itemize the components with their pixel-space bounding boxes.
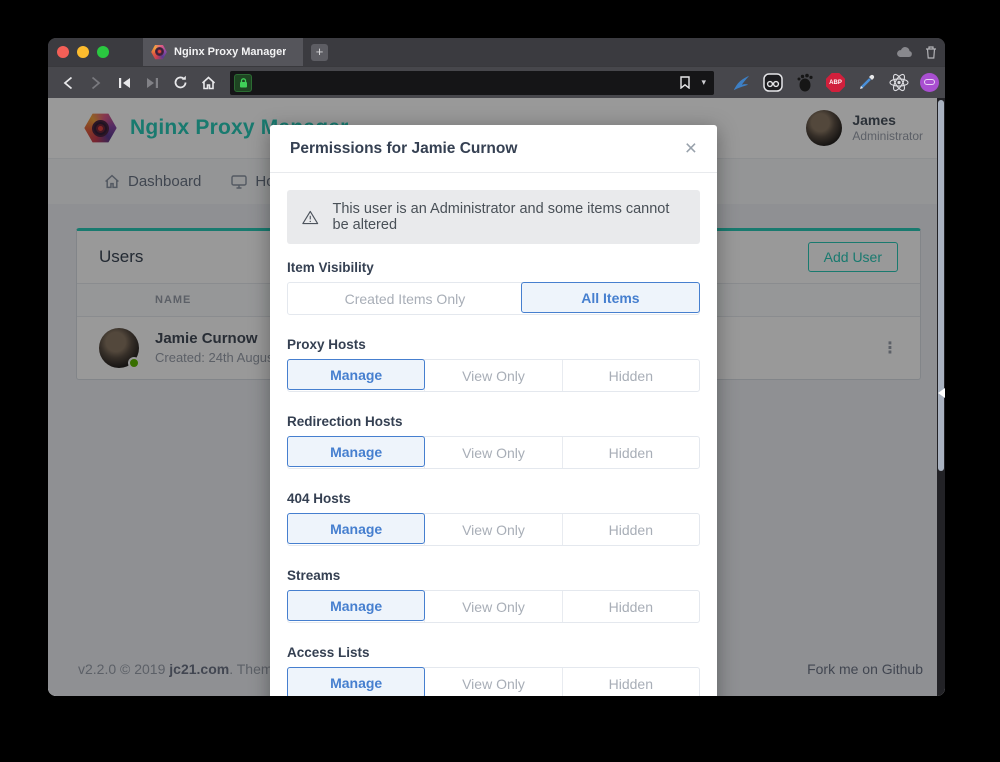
- option-created-items-only[interactable]: Created Items Only: [288, 283, 522, 314]
- option-all-items[interactable]: All Items: [521, 282, 700, 313]
- admin-alert: This user is an Administrator and some i…: [287, 190, 700, 244]
- redirection-hosts-group: Manage View Only Hidden: [287, 436, 700, 469]
- trash-icon[interactable]: [925, 46, 937, 59]
- streams-hidden[interactable]: Hidden: [562, 591, 699, 622]
- proxy-hosts-label: Proxy Hosts: [287, 337, 700, 352]
- back-icon[interactable]: [56, 71, 80, 95]
- lock-icon[interactable]: [234, 74, 252, 92]
- adblock-plus-extension-icon[interactable]: ABP: [826, 73, 845, 92]
- extension-icons: ABP: [730, 72, 945, 93]
- window-controls: [48, 38, 119, 66]
- browser-viewport: Nginx Proxy Manager James Administrator …: [48, 98, 945, 696]
- permissions-modal: Permissions for Jamie Curnow × This user…: [270, 125, 717, 696]
- access-lists-group: Manage View Only Hidden: [287, 667, 700, 696]
- 404-hosts-view-only[interactable]: View Only: [424, 514, 561, 545]
- desktop-background: Nginx Proxy Manager +: [0, 0, 1000, 762]
- bookmark-caret-down-icon[interactable]: ▾: [701, 77, 706, 88]
- maximize-window-button[interactable]: [97, 46, 109, 58]
- access-lists-manage[interactable]: Manage: [287, 667, 425, 696]
- browser-window: Nginx Proxy Manager +: [48, 38, 945, 696]
- edge-arrow-marker: [938, 388, 945, 398]
- minimize-window-button[interactable]: [77, 46, 89, 58]
- proxy-hosts-group: Manage View Only Hidden: [287, 359, 700, 392]
- 404-hosts-label: 404 Hosts: [287, 491, 700, 506]
- admin-alert-text: This user is an Administrator and some i…: [333, 201, 685, 233]
- redirection-hosts-manage[interactable]: Manage: [287, 436, 425, 467]
- 404-hosts-manage[interactable]: Manage: [287, 513, 425, 544]
- 404-hosts-group: Manage View Only Hidden: [287, 513, 700, 546]
- proxy-hosts-hidden[interactable]: Hidden: [562, 360, 699, 391]
- warning-icon: [302, 209, 319, 226]
- new-tab-button[interactable]: +: [311, 44, 328, 61]
- close-icon[interactable]: ×: [685, 138, 697, 159]
- streams-label: Streams: [287, 568, 700, 583]
- forward-icon[interactable]: [84, 71, 108, 95]
- proxy-hosts-view-only[interactable]: View Only: [424, 360, 561, 391]
- redirection-hosts-view-only[interactable]: View Only: [424, 437, 561, 468]
- session-forward-icon[interactable]: [140, 71, 164, 95]
- streams-view-only[interactable]: View Only: [424, 591, 561, 622]
- redirection-hosts-label: Redirection Hosts: [287, 414, 700, 429]
- url-bar[interactable]: ▾: [230, 71, 714, 95]
- streams-group: Manage View Only Hidden: [287, 590, 700, 623]
- tab-title: Nginx Proxy Manager: [174, 46, 286, 58]
- close-window-button[interactable]: [57, 46, 69, 58]
- access-lists-view-only[interactable]: View Only: [424, 668, 561, 696]
- access-lists-hidden[interactable]: Hidden: [562, 668, 699, 696]
- bird-extension-icon[interactable]: [730, 72, 751, 93]
- browser-tab[interactable]: Nginx Proxy Manager: [143, 38, 303, 66]
- redirection-hosts-hidden[interactable]: Hidden: [562, 437, 699, 468]
- item-visibility-group: Created Items Only All Items: [287, 282, 700, 315]
- modal-title: Permissions for Jamie Curnow: [290, 140, 517, 158]
- streams-manage[interactable]: Manage: [287, 590, 425, 621]
- home-icon[interactable]: [196, 71, 220, 95]
- react-atom-extension-icon[interactable]: [888, 72, 909, 93]
- access-lists-label: Access Lists: [287, 645, 700, 660]
- favicon-nginx-proxy-manager: [151, 45, 167, 60]
- purple-extension-icon[interactable]: [920, 73, 939, 92]
- 404-hosts-hidden[interactable]: Hidden: [562, 514, 699, 545]
- robot-extension-icon[interactable]: [762, 72, 783, 93]
- scrollbar-thumb[interactable]: [938, 100, 944, 471]
- item-visibility-label: Item Visibility: [287, 260, 700, 275]
- browser-toolbar: ▾ ABP: [48, 66, 945, 98]
- proxy-hosts-manage[interactable]: Manage: [287, 359, 425, 390]
- session-back-icon[interactable]: [112, 71, 136, 95]
- reload-icon[interactable]: [168, 71, 192, 95]
- gnome-foot-extension-icon[interactable]: [794, 72, 815, 93]
- cloud-sync-icon[interactable]: [896, 47, 913, 58]
- color-picker-extension-icon[interactable]: [856, 72, 877, 93]
- browser-tab-bar: Nginx Proxy Manager +: [48, 38, 945, 66]
- bookmark-icon[interactable]: [673, 71, 697, 95]
